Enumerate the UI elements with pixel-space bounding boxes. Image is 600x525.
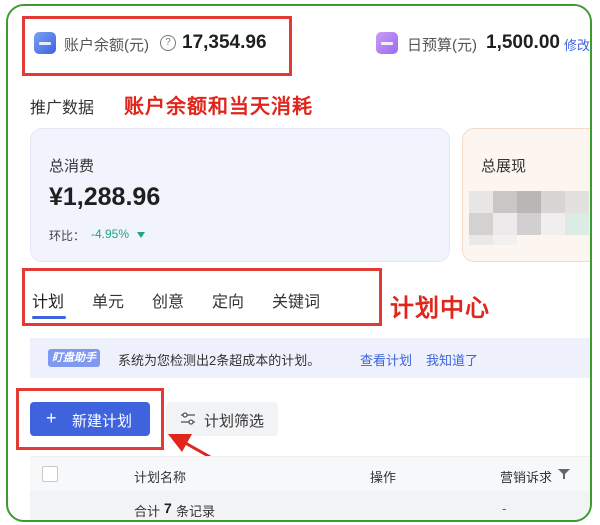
- view-plans-link[interactable]: 查看计划: [360, 350, 412, 369]
- balance-label: 账户余额(元): [64, 37, 149, 54]
- col-actions: 操作: [370, 470, 397, 485]
- filter-sliders-icon: [181, 412, 195, 425]
- summary-dash: -: [502, 501, 507, 516]
- summary-prefix: 合计: [134, 504, 161, 519]
- help-icon[interactable]: ?: [160, 35, 176, 51]
- table-row: 合计 7 条记录 -: [30, 491, 590, 520]
- dismiss-link[interactable]: 我知道了: [426, 350, 478, 369]
- total-spend-card[interactable]: 总消费 ¥1,288.96 环比： -4.95%: [30, 128, 450, 262]
- new-plan-label: 新建计划: [72, 413, 133, 430]
- new-plan-button[interactable]: + 新建计划: [30, 402, 150, 436]
- summary-count: 7: [164, 500, 172, 516]
- tabs-highlight-box: [22, 268, 382, 326]
- summary-suffix: 条记录: [176, 504, 216, 519]
- mom-label: 环比：: [49, 229, 86, 243]
- budget-calendar-icon: [376, 32, 398, 54]
- top-bar: 账户余额(元) ? 17,354.96 日预算(元) 1,500.00 修改: [8, 6, 590, 82]
- table-header: 计划名称 操作 营销诉求: [30, 456, 590, 492]
- alert-message: 系统为您检测出2条超成本的计划。: [118, 353, 321, 368]
- section-title: 推广数据: [30, 100, 95, 117]
- alert-banner: 盯盘助手 系统为您检测出2条超成本的计划。 查看计划 我知道了: [30, 338, 590, 378]
- active-tab-indicator: [32, 316, 66, 319]
- tab-creative[interactable]: 创意: [152, 288, 184, 312]
- select-all-checkbox[interactable]: [42, 466, 58, 482]
- tab-plan[interactable]: 计划: [32, 288, 64, 312]
- filter-funnel-icon[interactable]: [558, 468, 570, 480]
- plus-icon: +: [46, 408, 57, 428]
- impressions-card[interactable]: 总展现: [462, 128, 590, 262]
- tab-keywords[interactable]: 关键词: [272, 288, 320, 312]
- total-spend-label: 总消费: [49, 158, 95, 175]
- assistant-badge: 盯盘助手: [48, 349, 100, 367]
- annotation-balance: 账户余额和当天消耗: [124, 96, 313, 118]
- tab-unit[interactable]: 单元: [92, 288, 124, 312]
- screenshot-frame: 账户余额(元) ? 17,354.96 日预算(元) 1,500.00 修改 推…: [6, 4, 592, 522]
- balance-wallet-icon: [34, 32, 56, 54]
- budget-value: 1,500.00: [486, 32, 560, 53]
- annotation-plan-center: 计划中心: [390, 295, 490, 322]
- edit-budget-link[interactable]: 修改: [564, 35, 590, 54]
- col-plan-name: 计划名称: [134, 470, 187, 485]
- mom-value: -4.95%: [91, 227, 130, 241]
- balance-value: 17,354.96: [182, 32, 267, 53]
- decrease-arrow-icon: [137, 232, 145, 238]
- col-marketing-goal: 营销诉求: [500, 470, 553, 485]
- budget-label: 日预算(元): [407, 37, 477, 54]
- impressions-label: 总展现: [481, 158, 527, 175]
- blurred-value-mosaic: [469, 191, 590, 249]
- total-spend-value: ¥1,288.96: [49, 183, 161, 211]
- tab-targeting[interactable]: 定向: [212, 288, 244, 312]
